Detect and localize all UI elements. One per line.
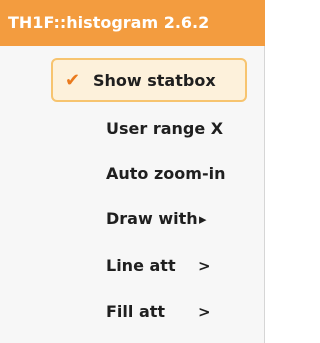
chevron-right-icon: >: [198, 257, 211, 275]
menu-item-label: Fill att: [106, 302, 166, 321]
menu-item-fill-att[interactable]: Fill att >: [0, 292, 265, 332]
menu-title: TH1F::histogram 2.6.2: [0, 0, 265, 46]
chevron-right-icon: >: [198, 303, 211, 321]
menu-item-show-statbox[interactable]: ✔ Show statbox: [51, 58, 247, 102]
menu-item-label: Draw with: [106, 209, 198, 228]
menu-item-label: Line att: [106, 256, 176, 275]
menu-item-draw-with[interactable]: Draw with ▸: [0, 199, 265, 239]
context-menu: TH1F::histogram 2.6.2 ✔ Show statbox Use…: [0, 0, 265, 343]
check-icon: ✔: [65, 70, 81, 91]
menu-item-user-range-x[interactable]: User range X: [0, 109, 265, 149]
menu-item-label: User range X: [106, 119, 224, 138]
menu-item-label: Show statbox: [93, 71, 216, 90]
chevron-right-icon: ▸: [199, 210, 207, 228]
menu-item-auto-zoom-in[interactable]: Auto zoom-in: [0, 154, 265, 194]
menu-item-label: Auto zoom-in: [106, 164, 226, 183]
menu-item-line-att[interactable]: Line att >: [0, 246, 265, 286]
